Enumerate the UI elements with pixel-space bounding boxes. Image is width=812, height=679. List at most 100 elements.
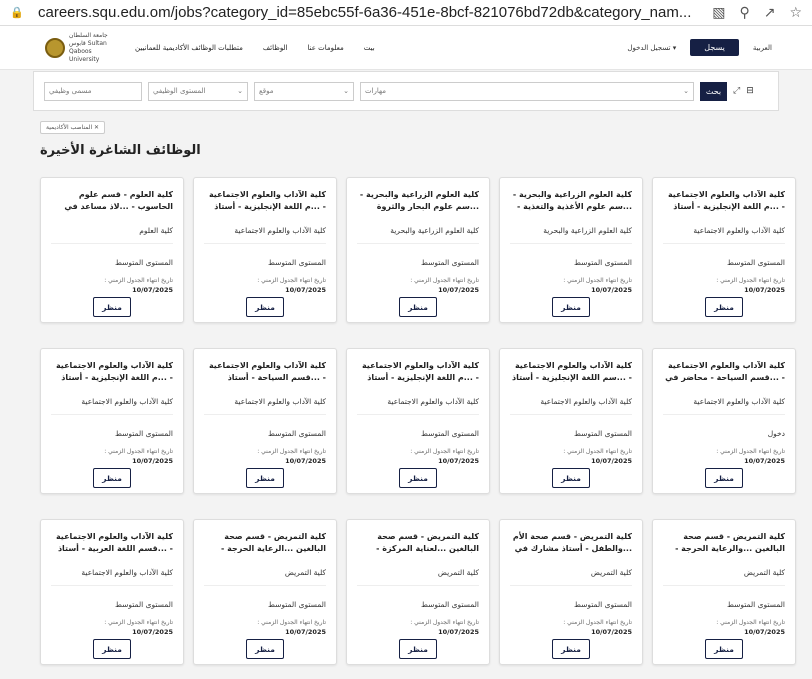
category-chip[interactable]: المناصب الأكاديمية ✕ (40, 121, 106, 134)
expand-icon[interactable]: ⤢ (733, 86, 740, 96)
deadline-date: 10/07/2025 (132, 628, 173, 636)
job-card[interactable]: كلية التمريض - قسم صحة البالغين ...والرع… (652, 519, 796, 665)
job-title[interactable]: كلية الآداب والعلوم الاجتماعية - ...سم ا… (510, 360, 632, 384)
view-button[interactable]: منظر (246, 639, 284, 659)
job-card[interactable]: كلية الآداب والعلوم الاجتماعية - ...سم ا… (499, 348, 643, 494)
view-button[interactable]: منظر (552, 468, 590, 488)
view-button[interactable]: منظر (93, 639, 131, 659)
login-dropdown[interactable]: تسجيل الدخول ▾ (627, 44, 676, 52)
job-level: المستوى المتوسط (114, 429, 173, 438)
view-button[interactable]: منظر (399, 639, 437, 659)
divider (663, 414, 785, 415)
job-card[interactable]: كلية الآداب والعلوم الاجتماعية - ...م ال… (40, 348, 184, 494)
job-card[interactable]: كلية الآداب والعلوم الاجتماعية - ...م ال… (652, 177, 796, 323)
nav-about[interactable]: معلومات عنا (308, 44, 344, 52)
job-title[interactable]: كلية الآداب والعلوم الاجتماعية - ...م ال… (51, 360, 173, 384)
job-level: المستوى المتوسط (573, 600, 632, 609)
deadline-date: 10/07/2025 (438, 628, 479, 636)
job-college: كلية الآداب والعلوم الاجتماعية (540, 397, 632, 406)
view-button[interactable]: منظر (705, 639, 743, 659)
job-title[interactable]: كلية الآداب والعلوم الاجتماعية - ...م ال… (204, 189, 326, 213)
job-card[interactable]: كلية العلوم الزراعية والبحرية - ...سم عل… (499, 177, 643, 323)
job-level: المستوى المتوسط (573, 429, 632, 438)
page-title: الوظائف الشاغرة الأخيرة (40, 143, 201, 158)
job-college: كلية العلوم الزراعية والبحرية (543, 226, 632, 235)
job-title[interactable]: كلية التمريض - قسم صحة البالغين ...لعناي… (357, 531, 479, 555)
deadline-date: 10/07/2025 (744, 457, 785, 465)
view-button[interactable]: منظر (552, 639, 590, 659)
search-button[interactable]: بحث (700, 81, 727, 101)
deadline-label: تاريخ انتهاء الجدول الزمني : (563, 619, 632, 626)
nav-requirements[interactable]: متطلبات الوظائف الأكاديمية للعمانيين (135, 44, 243, 52)
job-card[interactable]: كلية الآداب والعلوم الاجتماعية - ...قسم … (40, 519, 184, 665)
deadline-label: تاريخ انتهاء الجدول الزمني : (104, 448, 173, 455)
location-placeholder: موقع (259, 87, 274, 95)
view-button[interactable]: منظر (93, 297, 131, 317)
job-card[interactable]: كلية التمريض - قسم صحة البالغين ...الرعا… (193, 519, 337, 665)
career-level-select[interactable]: المستوى الوظيفي ⌄ (148, 81, 248, 101)
job-card[interactable]: كلية الآداب والعلوم الاجتماعية - ...قسم … (193, 348, 337, 494)
job-level: المستوى المتوسط (114, 258, 173, 267)
job-title[interactable]: كلية الآداب والعلوم الاجتماعية - ...قسم … (663, 360, 785, 384)
skills-select[interactable]: مهارات ⌄ (360, 81, 694, 101)
job-card[interactable]: كلية الآداب والعلوم الاجتماعية - ...م ال… (193, 177, 337, 323)
nav-home[interactable]: بيت (364, 44, 375, 52)
job-title[interactable]: كلية التمريض - قسم صحة الأم ...والطفل - … (510, 531, 632, 555)
job-title[interactable]: كلية العلوم - قسم علوم الحاسوب - ...لاذ … (51, 189, 173, 213)
job-level: المستوى المتوسط (726, 258, 785, 267)
job-level: المستوى المتوسط (726, 600, 785, 609)
view-button[interactable]: منظر (246, 297, 284, 317)
job-card[interactable]: كلية العلوم - قسم علوم الحاسوب - ...لاذ … (40, 177, 184, 323)
job-title[interactable]: كلية الآداب والعلوم الاجتماعية - ...قسم … (51, 531, 173, 555)
chevron-down-icon: ⌄ (683, 87, 689, 95)
location-select[interactable]: موقع ⌄ (254, 81, 354, 101)
deadline-date: 10/07/2025 (591, 286, 632, 294)
deadline-date: 10/07/2025 (744, 628, 785, 636)
job-card[interactable]: كلية التمريض - قسم صحة الأم ...والطفل - … (499, 519, 643, 665)
view-button[interactable]: منظر (399, 297, 437, 317)
chevron-down-icon: ⌄ (237, 87, 243, 95)
job-college: كلية الآداب والعلوم الاجتماعية (693, 226, 785, 235)
job-title[interactable]: كلية العلوم الزراعية والبحرية - ...سم عل… (510, 189, 632, 213)
translate-icon[interactable]: ▧ (712, 5, 725, 21)
share-icon[interactable]: ↗ (764, 5, 776, 21)
job-title[interactable]: كلية الآداب والعلوم الاجتماعية - ...م ال… (357, 360, 479, 384)
deadline-date: 10/07/2025 (438, 457, 479, 465)
job-card[interactable]: كلية العلوم الزراعية والبحرية - ...سم عل… (346, 177, 490, 323)
divider (357, 414, 479, 415)
job-title[interactable]: كلية العلوم الزراعية والبحرية - ...سم عل… (357, 189, 479, 213)
collapse-icon[interactable]: ⊟ (746, 86, 754, 96)
job-card[interactable]: كلية الآداب والعلوم الاجتماعية - ...م ال… (346, 348, 490, 494)
job-title[interactable]: كلية الآداب والعلوم الاجتماعية - ...م ال… (663, 189, 785, 213)
nav-jobs[interactable]: الوظائف (263, 44, 288, 52)
view-button[interactable]: منظر (705, 468, 743, 488)
deadline-label: تاريخ انتهاء الجدول الزمني : (716, 448, 785, 455)
job-college: كلية الآداب والعلوم الاجتماعية (387, 397, 479, 406)
url-bar[interactable]: careers.squ.edu.om/jobs?category_id=85eb… (24, 4, 712, 21)
deadline-date: 10/07/2025 (744, 286, 785, 294)
language-link[interactable]: العربية (753, 44, 772, 52)
job-grid: كلية العلوم - قسم علوم الحاسوب - ...لاذ … (40, 177, 796, 665)
view-button[interactable]: منظر (399, 468, 437, 488)
job-title[interactable]: كلية الآداب والعلوم الاجتماعية - ...قسم … (204, 360, 326, 384)
job-title[interactable]: كلية التمريض - قسم صحة البالغين ...والرع… (663, 531, 785, 555)
view-button[interactable]: منظر (93, 468, 131, 488)
deadline-date: 10/07/2025 (285, 628, 326, 636)
job-card[interactable]: كلية الآداب والعلوم الاجتماعية - ...قسم … (652, 348, 796, 494)
university-logo[interactable]: جامعة السلطان قابوس Sultan Qaboos Univer… (45, 32, 117, 64)
deadline-date: 10/07/2025 (285, 286, 326, 294)
close-icon[interactable]: ✕ (94, 124, 99, 131)
register-button[interactable]: يسجل (690, 39, 739, 56)
job-title-input[interactable]: مسمى وظيفي (44, 81, 142, 101)
view-button[interactable]: منظر (246, 468, 284, 488)
job-level: المستوى المتوسط (267, 600, 326, 609)
job-level: المستوى المتوسط (420, 258, 479, 267)
deadline-date: 10/07/2025 (438, 286, 479, 294)
zoom-icon[interactable]: ⚲ (739, 5, 749, 21)
star-icon[interactable]: ☆ (789, 5, 802, 21)
job-card[interactable]: كلية التمريض - قسم صحة البالغين ...لعناي… (346, 519, 490, 665)
view-button[interactable]: منظر (705, 297, 743, 317)
job-level: المستوى المتوسط (573, 258, 632, 267)
job-title[interactable]: كلية التمريض - قسم صحة البالغين ...الرعا… (204, 531, 326, 555)
view-button[interactable]: منظر (552, 297, 590, 317)
